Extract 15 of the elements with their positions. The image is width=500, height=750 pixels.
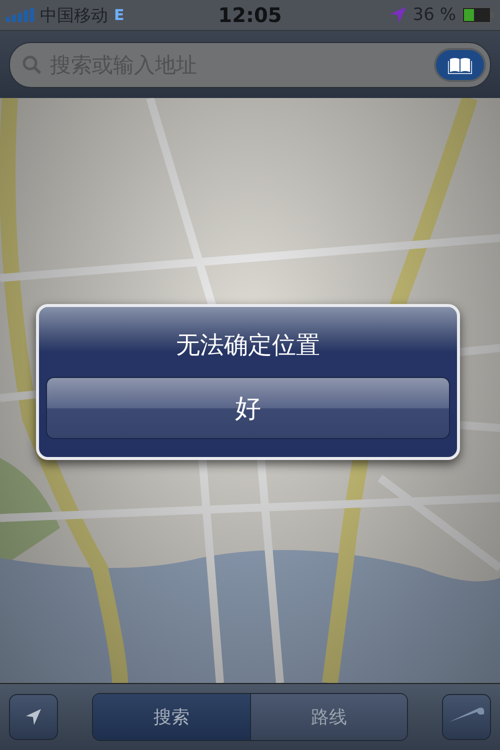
bookmarks-button[interactable] — [434, 48, 486, 82]
page-curl-button[interactable] — [442, 694, 491, 740]
location-arrow-icon — [24, 708, 42, 726]
locate-button[interactable] — [9, 694, 58, 740]
alert-title: 无法确定位置 — [176, 330, 320, 361]
signal-icon — [6, 8, 34, 22]
clock-time: 12:05 — [218, 3, 282, 27]
ok-button[interactable]: 好 — [46, 377, 450, 439]
segment-tab[interactable]: 路线 — [250, 694, 407, 740]
location-arrow-icon — [388, 6, 407, 24]
network-type: E — [114, 6, 124, 24]
battery-icon — [462, 7, 494, 23]
search-icon — [22, 54, 42, 74]
segment-tab[interactable]: 搜索 — [93, 694, 250, 740]
book-icon — [448, 56, 472, 74]
